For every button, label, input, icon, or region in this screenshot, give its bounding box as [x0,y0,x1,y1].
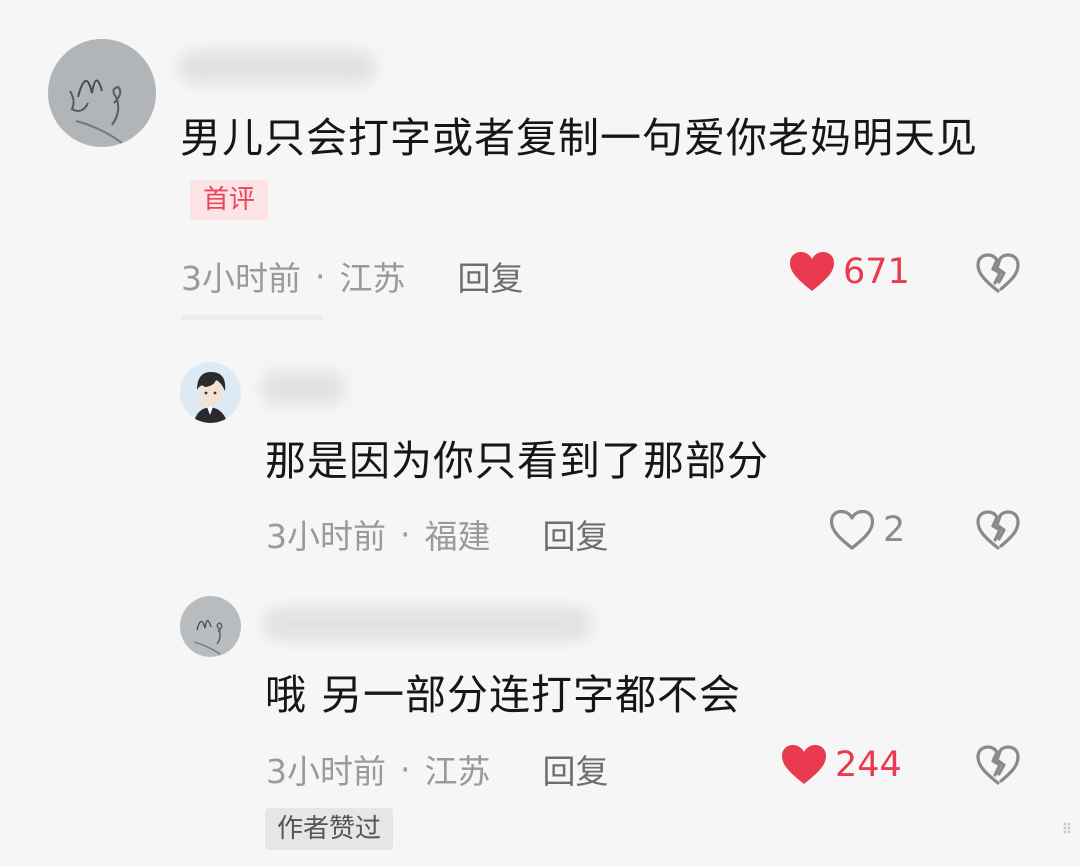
like-count: 244 [835,745,902,785]
reply-button[interactable]: 回复 [543,510,609,558]
comment-text: 哦 另一部分连打字都不会 [265,664,1025,726]
username-blurred[interactable] [262,607,592,641]
broken-heart-icon [976,253,1020,293]
comment-meta: 3小时前 · 江苏 回复 [266,745,609,793]
first-comment-badge: 首评 [190,180,269,220]
like-count: 671 [843,252,910,292]
like-button[interactable]: 244 [781,744,902,786]
meta-separator: · [315,256,326,296]
avatar[interactable] [48,39,156,147]
broken-heart-icon [976,745,1020,785]
comment-meta: 3小时前 · 江苏 回复 [181,252,524,300]
timestamp: 3小时前 [181,259,301,298]
timestamp: 3小时前 [266,517,386,556]
username-blurred[interactable] [260,371,346,405]
comment-thread: 男儿只会打字或者复制一句爱你老妈明天见首评 3小时前 · 江苏 回复 671 那… [0,0,1080,866]
dislike-button[interactable] [975,252,1021,294]
comment-meta: 3小时前 · 福建 回复 [266,510,609,558]
like-button[interactable]: 2 [829,509,905,551]
reply-button[interactable]: 回复 [543,745,609,793]
comment-body: 哦 另一部分连打字都不会 [265,671,742,719]
heart-filled-icon [782,745,826,784]
like-button[interactable]: 671 [789,251,910,293]
location: 江苏 [339,259,406,298]
expand-replies-divider [181,315,323,320]
meta-separator: · [400,514,411,554]
comment-body: 那是因为你只看到了那部分 [265,437,769,485]
location: 福建 [424,517,491,556]
like-count: 2 [883,510,906,550]
heart-outline-icon [829,509,875,550]
dislike-button[interactable] [975,509,1021,551]
avatar[interactable] [180,362,241,423]
watermark: ⠿ [1061,822,1072,838]
broken-heart-icon [976,510,1020,550]
timestamp: 3小时前 [266,752,386,791]
avatar[interactable] [180,596,241,657]
comment-text: 男儿只会打字或者复制一句爱你老妈明天见首评 [180,107,1000,231]
reply-button[interactable]: 回复 [458,252,524,300]
location: 江苏 [424,752,491,791]
comment-body: 男儿只会打字或者复制一句爱你老妈明天见 [180,114,978,162]
comment-text: 那是因为你只看到了那部分 [265,430,1025,492]
username-blurred[interactable] [178,50,376,84]
heart-filled-icon [790,252,834,291]
dislike-button[interactable] [975,744,1021,786]
meta-separator: · [400,749,411,789]
author-liked-tag: 作者赞过 [265,808,394,850]
